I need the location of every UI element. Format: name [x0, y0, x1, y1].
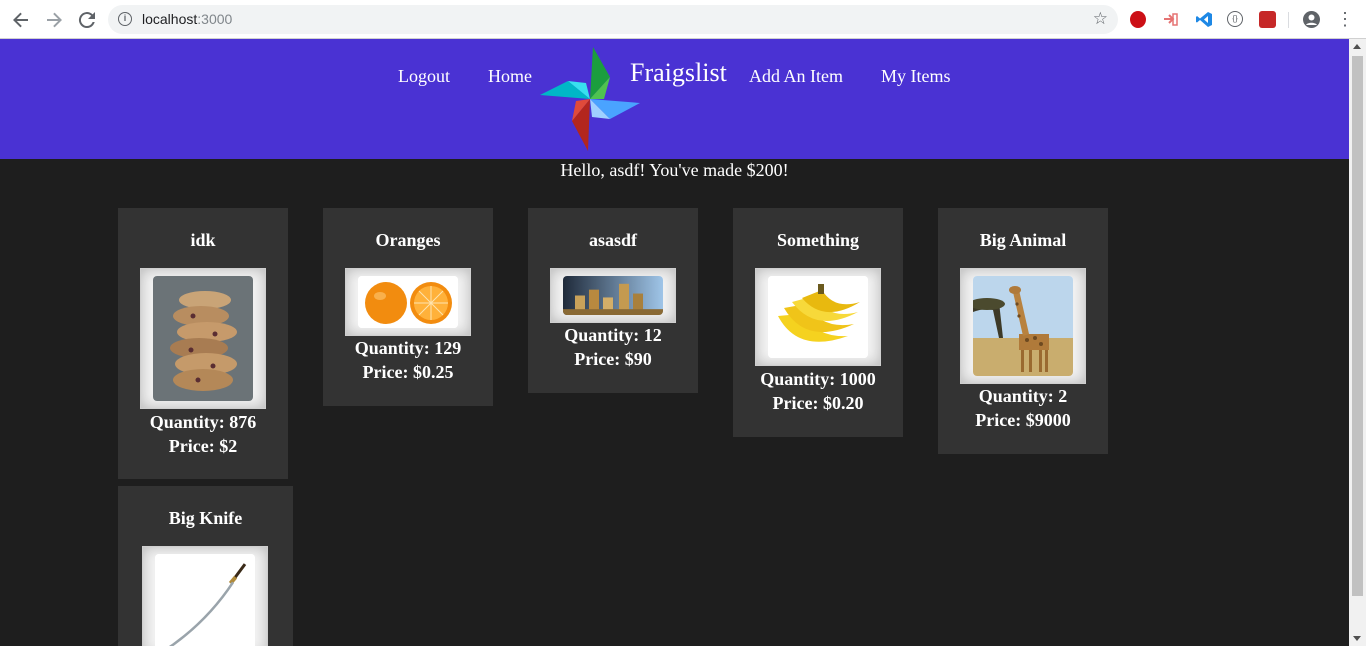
cookies-image	[153, 276, 253, 401]
item-quantity: Quantity: 876	[149, 412, 257, 432]
more-vert-icon[interactable]: ⋮	[1336, 9, 1354, 29]
item-image-frame	[755, 268, 881, 366]
item-image-frame	[960, 268, 1086, 384]
item-card[interactable]: Big Knife	[118, 486, 293, 646]
address-bar[interactable]: i localhost:3000 ☆	[108, 5, 1118, 34]
bananas-image	[768, 276, 868, 358]
item-title: Big Animal	[979, 230, 1067, 250]
red-extension-icon[interactable]	[1259, 11, 1276, 28]
item-price: Price: $9000	[975, 410, 1071, 430]
item-price: Price: $0.20	[772, 393, 864, 413]
url-text: localhost:3000	[142, 11, 233, 27]
scroll-up-icon[interactable]	[1353, 44, 1361, 49]
item-quantity: Quantity: 129	[354, 338, 462, 358]
scroll-down-icon[interactable]	[1353, 636, 1361, 641]
reload-icon[interactable]	[75, 8, 99, 32]
vscode-extension-icon[interactable]	[1196, 11, 1213, 28]
oranges-image	[358, 276, 458, 328]
item-title: Oranges	[375, 230, 441, 250]
toolbar-divider	[1288, 12, 1289, 28]
item-quantity: Quantity: 1000	[760, 369, 876, 389]
share-extension-icon[interactable]	[1162, 11, 1179, 28]
giraffe-image	[973, 276, 1073, 376]
opera-extension-icon[interactable]	[1130, 11, 1146, 28]
home-link[interactable]: Home	[488, 66, 532, 87]
item-title: asasdf	[588, 230, 637, 250]
site-header: Logout Home Fraigslist Add An Item My It…	[0, 39, 1349, 159]
logout-link[interactable]: Logout	[398, 66, 450, 87]
page-scrollbar[interactable]	[1349, 39, 1366, 646]
item-image-frame	[140, 268, 266, 409]
item-card[interactable]: asasdf Quantity: 12 Price: $90	[528, 208, 698, 393]
pinwheel-logo-icon[interactable]	[538, 47, 642, 151]
coins-image	[563, 276, 663, 315]
item-quantity: Quantity: 2	[978, 386, 1068, 406]
item-price: Price: $2	[168, 436, 238, 456]
back-icon[interactable]	[9, 8, 33, 32]
item-title: Big Knife	[168, 508, 243, 528]
profile-avatar-icon[interactable]	[1303, 11, 1320, 28]
scrollbar-thumb[interactable]	[1352, 56, 1363, 596]
item-card[interactable]: Something Quantity: 1000 Price: $0.20	[733, 208, 903, 437]
item-image-frame	[550, 268, 676, 323]
item-title: idk	[190, 230, 216, 250]
item-title: Something	[776, 230, 859, 250]
item-card[interactable]: Oranges Quantity: 129 Price: $0.25	[323, 208, 493, 406]
item-image-frame	[345, 268, 471, 336]
item-image-frame	[142, 546, 268, 646]
devtools-extension-icon[interactable]: {}	[1227, 11, 1243, 27]
item-price: Price: $0.25	[362, 362, 454, 382]
my-items-link[interactable]: My Items	[881, 66, 951, 87]
greeting-text: Hello, asdf! You've made $200!	[560, 160, 789, 180]
item-card[interactable]: Big Animal Quantity: 2 Price: $9000	[938, 208, 1108, 454]
browser-toolbar: i localhost:3000 ☆ {} ⋮	[0, 0, 1366, 39]
star-icon[interactable]: ☆	[1093, 9, 1108, 29]
info-icon[interactable]: i	[118, 12, 132, 26]
item-quantity: Quantity: 12	[564, 325, 662, 345]
forward-icon[interactable]	[42, 8, 66, 32]
katana-image	[155, 554, 255, 646]
item-price: Price: $90	[574, 349, 652, 369]
brand-title[interactable]: Fraigslist	[630, 58, 727, 88]
item-card[interactable]: idk Quantity: 876 Price: $2	[118, 208, 288, 479]
add-item-link[interactable]: Add An Item	[749, 66, 843, 87]
